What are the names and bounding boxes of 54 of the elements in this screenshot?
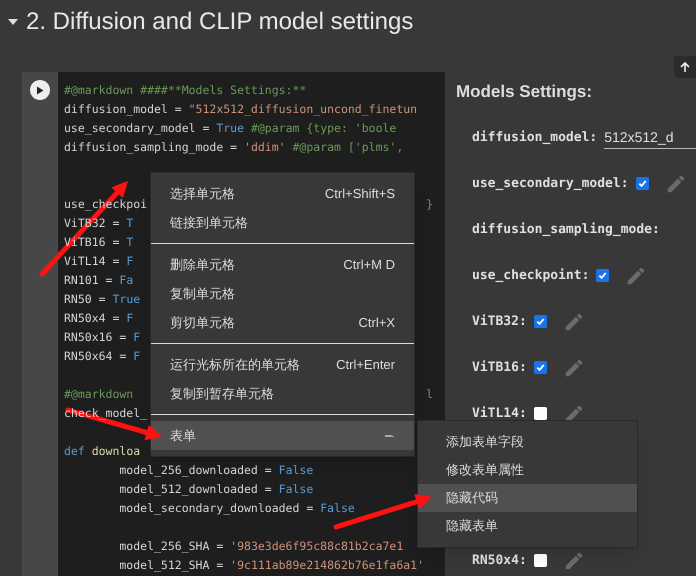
code-line: RN50x64 = F [64,348,140,365]
code-line: use_secondary_model = True #@param {type: 'boole [64,120,396,137]
code-line: RN50x4 = F [64,310,134,327]
checkbox[interactable] [636,177,649,190]
menu-item[interactable]: 删除单元格 Ctrl+M D [151,250,414,279]
menu-item[interactable]: 选择单元格 Ctrl+Shift+S [151,179,414,208]
field-label: use_secondary_model: [472,174,629,193]
code-line: def downloa [64,443,140,460]
code-fragment: l [426,386,433,403]
code-fragment: } [426,196,433,213]
code-line: model_256_downloaded = False [118,462,314,479]
field-label: use_checkpoint: [472,266,590,285]
field-label: diffusion_sampling_mode: [472,220,660,239]
code-line: model_secondary_downloaded = False [118,500,355,517]
code-line: model_512_SHA = '9c111ab89e214862b76e1fa6a1' [118,557,424,574]
caret-icon[interactable] [8,19,18,25]
code-line: #@markdown ####**Models Settings:** [64,82,306,99]
code-line: RN50 = True [64,291,140,308]
checkbox[interactable] [534,315,547,328]
form-title: Models Settings: [456,81,594,103]
menu-item[interactable]: 添加表单字段 [418,428,637,456]
field-label: ViTB16: [472,358,527,377]
submenu-arrow-icon [385,432,395,438]
play-icon [36,86,44,94]
field-label: RN50x4: [472,552,527,570]
menu-item[interactable]: 链接到单元格 [151,208,414,237]
checkbox[interactable] [534,361,547,374]
code-line: model_256_SHA = '983e3de6f95c88c81b2ca7e1 [118,538,404,555]
section-title: 2. Diffusion and CLIP model settings [26,7,414,37]
code-line: RN50x16 = F [64,329,140,346]
checkbox[interactable] [596,269,610,282]
text-field[interactable]: 512x512_d [604,126,696,148]
menu-item[interactable]: 隐藏代码 [418,484,637,512]
code-line: model_512_downloaded = False [118,481,314,498]
menu-item[interactable]: 复制单元格 [151,279,414,308]
field-label: ViTB32: [472,312,527,331]
checkbox[interactable] [534,554,547,567]
code-line: ViTL14 = F [64,253,134,270]
menu-item[interactable]: 复制到暂存单元格 [151,379,414,408]
menu-item[interactable]: 修改表单属性 [418,456,637,484]
code-line: diffusion_sampling_mode = 'ddim' #@param ['plms', [64,139,404,156]
run-button[interactable] [30,80,50,100]
scroll-up-button[interactable] [674,56,696,78]
field-label: diffusion_model: [472,128,598,147]
arrow-up-icon [679,61,691,73]
field-label: ViTL14: [472,404,527,423]
checkbox[interactable] [534,407,547,420]
menu-item[interactable]: 剪切单元格 Ctrl+X [151,308,414,337]
menu-item[interactable]: 运行光标所在的单元格 Ctrl+Enter [151,350,414,379]
code-line: RN101 = Fa [64,272,134,289]
code-line: #@markdown [64,386,134,403]
code-line: diffusion_model = "512x512_diffusion_uncond_finetun [64,101,418,118]
menu-item[interactable]: 表单 [151,421,414,450]
menu-item[interactable]: 隐藏表单 [418,512,637,540]
